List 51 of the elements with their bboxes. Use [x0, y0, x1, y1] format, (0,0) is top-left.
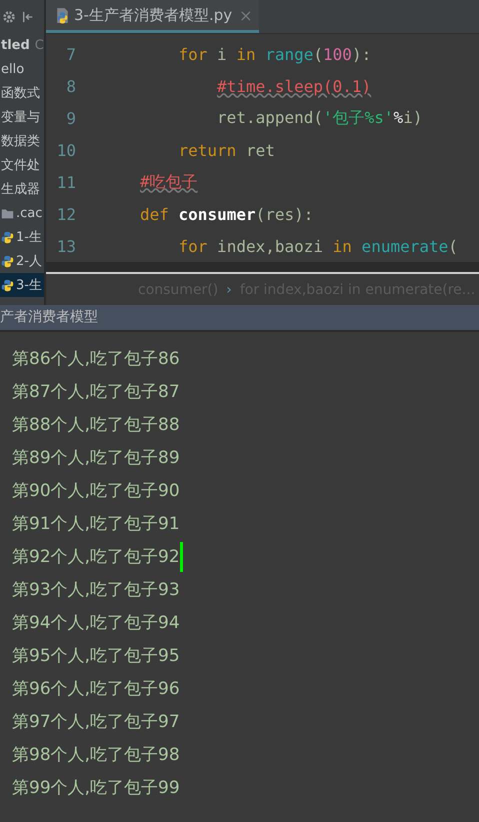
- code-line: for index,baozi in enumerate(: [178, 236, 458, 256]
- code-line: #吃包子: [140, 172, 198, 192]
- tree-item[interactable]: 文件处: [0, 153, 44, 177]
- tree-item[interactable]: ello: [0, 57, 44, 81]
- code-line: for i in range(100):: [178, 44, 372, 64]
- output-line: 第94个人,吃了包子94: [12, 612, 180, 634]
- file-tab[interactable]: 3-生产者消费者模型.py ×: [46, 0, 259, 33]
- output-line: 第89个人,吃了包子89: [12, 447, 180, 469]
- tree-item[interactable]: 3-生: [0, 273, 44, 297]
- line-number: 9: [65, 108, 76, 128]
- line-number: 8: [65, 76, 76, 96]
- folder-icon: [1, 206, 14, 220]
- breadcrumb-separator: ›: [226, 282, 232, 298]
- tree-item[interactable]: 2-人: [0, 249, 44, 273]
- line-number: 10: [56, 140, 76, 160]
- output-line: 第91个人,吃了包子91: [12, 513, 180, 535]
- output-line: 第95个人,吃了包子95: [12, 645, 180, 667]
- line-number: 12: [56, 204, 76, 224]
- tree-item[interactable]: 函数式: [0, 81, 44, 105]
- python-icon: [1, 254, 14, 268]
- code-line: return ret: [178, 140, 275, 160]
- tree-item[interactable]: 1-生: [0, 225, 44, 249]
- output-line: 第97个人,吃了包子97: [12, 711, 180, 733]
- output-line: 第92个人,吃了包子92: [12, 546, 180, 568]
- line-number: 13: [56, 236, 76, 256]
- output-line: 第88个人,吃了包子88: [12, 414, 180, 436]
- line-number: 11: [56, 172, 76, 192]
- tree-item[interactable]: 生成器: [0, 177, 44, 201]
- output-line: 第86个人,吃了包子86: [12, 348, 180, 370]
- collapse-icon[interactable]: [22, 10, 34, 22]
- python-icon: [1, 230, 14, 244]
- run-tab[interactable]: 产者消费者模型: [0, 305, 479, 332]
- horizontal-scrollbar[interactable]: [46, 262, 479, 274]
- python-file-icon: [54, 6, 71, 24]
- output-line: 第98个人,吃了包子98: [12, 744, 180, 766]
- tree-item[interactable]: 变量与: [0, 105, 44, 129]
- line-number: 7: [65, 44, 76, 64]
- tree-item[interactable]: 数据类: [0, 129, 44, 153]
- tree-item[interactable]: .cac: [0, 201, 44, 225]
- output-line: 第93个人,吃了包子93: [12, 579, 180, 601]
- code-line: ret.append('包子%s'%i): [216, 108, 422, 128]
- tree-item[interactable]: tled C: [0, 33, 44, 57]
- output-line: 第90个人,吃了包子90: [12, 480, 180, 502]
- tab-label: 3-生产者消费者模型.py: [74, 6, 232, 24]
- output-line: 第99个人,吃了包子99: [12, 777, 180, 799]
- code-line: #time.sleep(0.1): [216, 76, 372, 96]
- code-line: def consumer(res):: [140, 204, 314, 224]
- gear-icon[interactable]: [2, 10, 16, 24]
- python-icon: [1, 278, 14, 292]
- output-line: 第87个人,吃了包子87: [12, 381, 180, 403]
- output-line: 第96个人,吃了包子96: [12, 678, 180, 700]
